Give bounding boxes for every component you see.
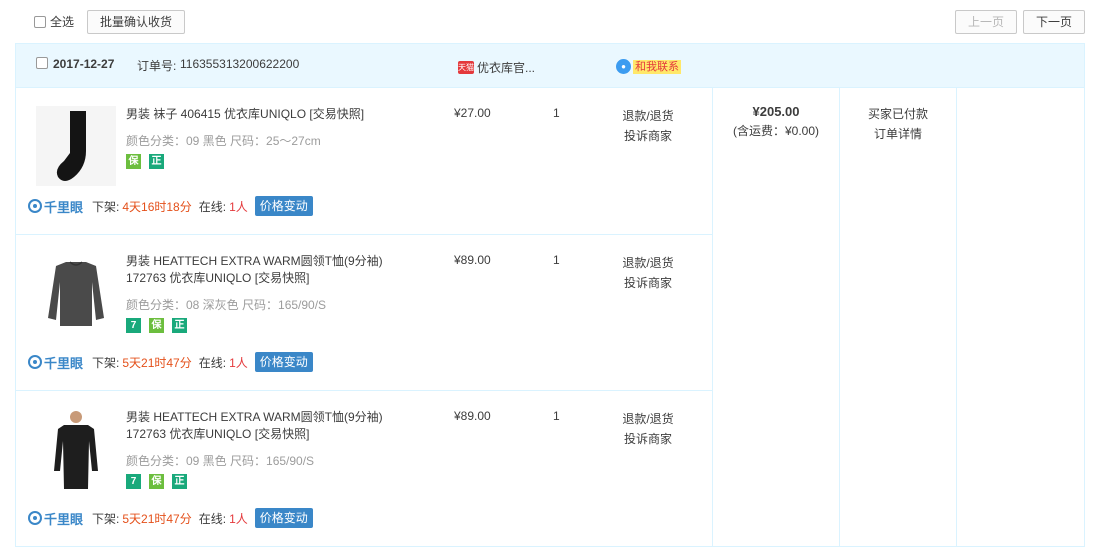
item-actions: 退款/退货 投诉商家	[620, 106, 676, 146]
complain-link[interactable]: 投诉商家	[620, 273, 676, 293]
qianliyan-logo[interactable]: 千里眼	[28, 197, 83, 216]
qianliyan-bar: 千里眼 下架: 4天16时18分 在线: 1人 价格变动	[28, 196, 313, 216]
eye-icon	[28, 511, 42, 525]
eye-icon	[28, 355, 42, 369]
order-number: 116355313200622200	[180, 57, 300, 71]
product-thumbnail[interactable]	[36, 106, 116, 186]
genuine-badge-icon[interactable]: 正	[172, 474, 187, 489]
column-divider	[712, 88, 713, 547]
select-all-label: 全选	[50, 15, 75, 29]
column-divider	[839, 88, 840, 547]
refund-link[interactable]: 退款/退货	[620, 253, 676, 273]
complain-link[interactable]: 投诉商家	[620, 429, 676, 449]
batch-confirm-receipt-button[interactable]: 批量确认收货	[87, 10, 185, 34]
product-attributes: 颜色分类：09 黑色 尺码：165/90/S	[126, 454, 315, 468]
seven-day-return-badge-icon[interactable]: 7	[126, 474, 141, 489]
column-divider	[956, 88, 957, 547]
snapshot-link[interactable]: [交易快照]	[309, 107, 364, 121]
order-card: 2017-12-27 订单号: 116355313200622200 天猫 优衣…	[15, 43, 1085, 547]
select-all[interactable]: 全选	[34, 13, 74, 30]
price-change-button[interactable]: 价格变动	[254, 352, 313, 372]
online-count: 1人	[229, 199, 248, 214]
next-page-button[interactable]: 下一页	[1023, 10, 1085, 34]
product-title[interactable]: 男装 袜子 406415 优衣库UNIQLO [交易快照]	[126, 106, 426, 123]
contact-seller-link[interactable]: ● 和我联系	[616, 59, 681, 74]
unit-price: ¥89.00	[454, 253, 491, 267]
product-attributes: 颜色分类：08 深灰色 尺码：165/90/S	[126, 298, 327, 312]
shop-name[interactable]: 优衣库官...	[477, 59, 535, 76]
genuine-badge-icon[interactable]: 正	[172, 318, 187, 333]
online-count: 1人	[229, 355, 248, 370]
product-thumbnail[interactable]	[36, 253, 116, 333]
order-checkbox[interactable]	[36, 57, 48, 69]
order-item: 男装 HEATTECH EXTRA WARM圆领T恤(9分袖) 172763 优…	[16, 235, 712, 390]
order-detail-link[interactable]: 订单详情	[840, 124, 956, 144]
snapshot-link[interactable]: [交易快照]	[255, 427, 310, 441]
select-all-checkbox[interactable]	[34, 15, 46, 28]
item-actions: 退款/退货 投诉商家	[620, 253, 676, 293]
top-toolbar: 全选 批量确认收货 上一页 下一页	[0, 0, 1099, 44]
qianliyan-logo[interactable]: 千里眼	[28, 353, 83, 372]
unit-price: ¥27.00	[454, 106, 491, 120]
order-total: ¥205.00 (含运费：¥0.00)	[713, 104, 839, 139]
quantity: 1	[553, 409, 560, 423]
service-badges: 7 保 正	[126, 318, 187, 333]
unit-price: ¥89.00	[454, 409, 491, 423]
contact-seller-label[interactable]: 和我联系	[633, 59, 681, 74]
price-change-button[interactable]: 价格变动	[254, 196, 313, 216]
refund-link[interactable]: 退款/退货	[620, 409, 676, 429]
product-thumbnail[interactable]	[36, 409, 116, 489]
guarantee-badge-icon[interactable]: 保	[126, 154, 141, 169]
guarantee-badge-icon[interactable]: 保	[149, 318, 164, 333]
seven-day-return-badge-icon[interactable]: 7	[126, 318, 141, 333]
offshelf-time: 5天21时47分	[122, 355, 192, 370]
order-header: 2017-12-27 订单号: 116355313200622200 天猫 优衣…	[16, 44, 1084, 88]
order-date: 2017-12-27	[53, 57, 115, 71]
guarantee-badge-icon[interactable]: 保	[149, 474, 164, 489]
online-count: 1人	[229, 511, 248, 526]
refund-link[interactable]: 退款/退货	[620, 106, 676, 126]
service-badges: 7 保 正	[126, 474, 187, 489]
product-title[interactable]: 男装 HEATTECH EXTRA WARM圆领T恤(9分袖) 172763 优…	[126, 253, 426, 287]
service-badges: 保 正	[126, 154, 164, 169]
item-actions: 退款/退货 投诉商家	[620, 409, 676, 449]
tmall-shop-icon: 天猫	[458, 61, 474, 74]
complain-link[interactable]: 投诉商家	[620, 126, 676, 146]
order-status: 买家已付款 订单详情	[840, 104, 956, 144]
status-text: 买家已付款	[867, 107, 928, 121]
order-number-label: 订单号:	[137, 59, 177, 73]
qianliyan-bar: 千里眼 下架: 5天21时47分 在线: 1人 价格变动	[28, 352, 313, 372]
quantity: 1	[553, 253, 560, 267]
shipping-fee: (含运费：¥0.00)	[732, 124, 820, 138]
prev-page-button[interactable]: 上一页	[955, 10, 1017, 34]
offshelf-time: 5天21时47分	[122, 511, 192, 526]
total-amount: ¥205.00	[752, 104, 800, 119]
quantity: 1	[553, 106, 560, 120]
eye-icon	[28, 199, 42, 213]
qianliyan-bar: 千里眼 下架: 5天21时47分 在线: 1人 价格变动	[28, 508, 313, 528]
price-change-button[interactable]: 价格变动	[254, 508, 313, 528]
order-item: 男装 HEATTECH EXTRA WARM圆领T恤(9分袖) 172763 优…	[16, 391, 712, 546]
wangwang-chat-icon: ●	[616, 59, 631, 74]
offshelf-time: 4天16时18分	[122, 199, 192, 214]
genuine-badge-icon[interactable]: 正	[149, 154, 164, 169]
product-attributes: 颜色分类：09 黑色 尺码：25～27cm	[126, 134, 321, 148]
shop-link[interactable]: 天猫 优衣库官...	[458, 59, 535, 76]
qianliyan-logo[interactable]: 千里眼	[28, 509, 83, 528]
product-title[interactable]: 男装 HEATTECH EXTRA WARM圆领T恤(9分袖) 172763 优…	[126, 409, 426, 443]
snapshot-link[interactable]: [交易快照]	[255, 271, 310, 285]
order-item: 男装 袜子 406415 优衣库UNIQLO [交易快照] 颜色分类：09 黑色…	[16, 88, 712, 243]
